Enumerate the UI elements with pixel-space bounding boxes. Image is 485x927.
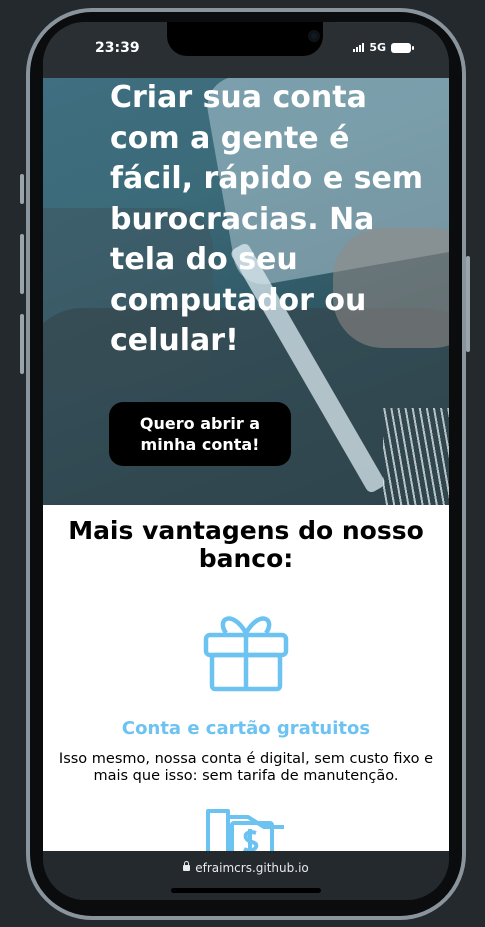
home-indicator[interactable] [171,888,321,893]
speaker [335,22,403,23]
volume-down-button [20,314,24,374]
network-type: 5G [369,41,386,54]
volume-up-button [20,234,24,294]
battery-icon [391,42,414,53]
status-bar: 23:39 5G [43,22,449,78]
feature-description: Isso mesmo, nossa conta é digital, sem c… [58,751,434,784]
address-url[interactable]: efraimcrs.github.io [43,861,449,875]
lock-icon [183,861,191,871]
hero-title: Criar sua conta com a gente é fácil, ráp… [110,80,424,358]
money-hand-icon [206,809,284,851]
mute-switch [20,174,24,204]
power-button [466,256,470,352]
feature-title: Conta e cartão gratuitos [121,718,371,739]
status-time: 23:39 [95,40,140,56]
status-indicators: 5G [353,41,414,54]
screen: 23:39 5G Criar sua conta com a gente é f… [43,22,449,900]
gift-icon [203,616,289,692]
section-title: Mais vantagens do nosso banco: [68,516,424,573]
hero-background-shape [383,408,449,505]
notch [167,22,403,56]
hero-section: Criar sua conta com a gente é fácil, ráp… [43,78,449,505]
url-text: efraimcrs.github.io [195,861,309,875]
benefits-section: Mais vantagens do nosso banco: Conta e c… [43,505,449,851]
browser-address-bar[interactable]: efraimcrs.github.io [43,851,449,900]
camera-icon [308,30,320,42]
open-account-button[interactable]: Quero abrir a minha conta! [109,402,291,466]
signal-icon [353,43,365,52]
